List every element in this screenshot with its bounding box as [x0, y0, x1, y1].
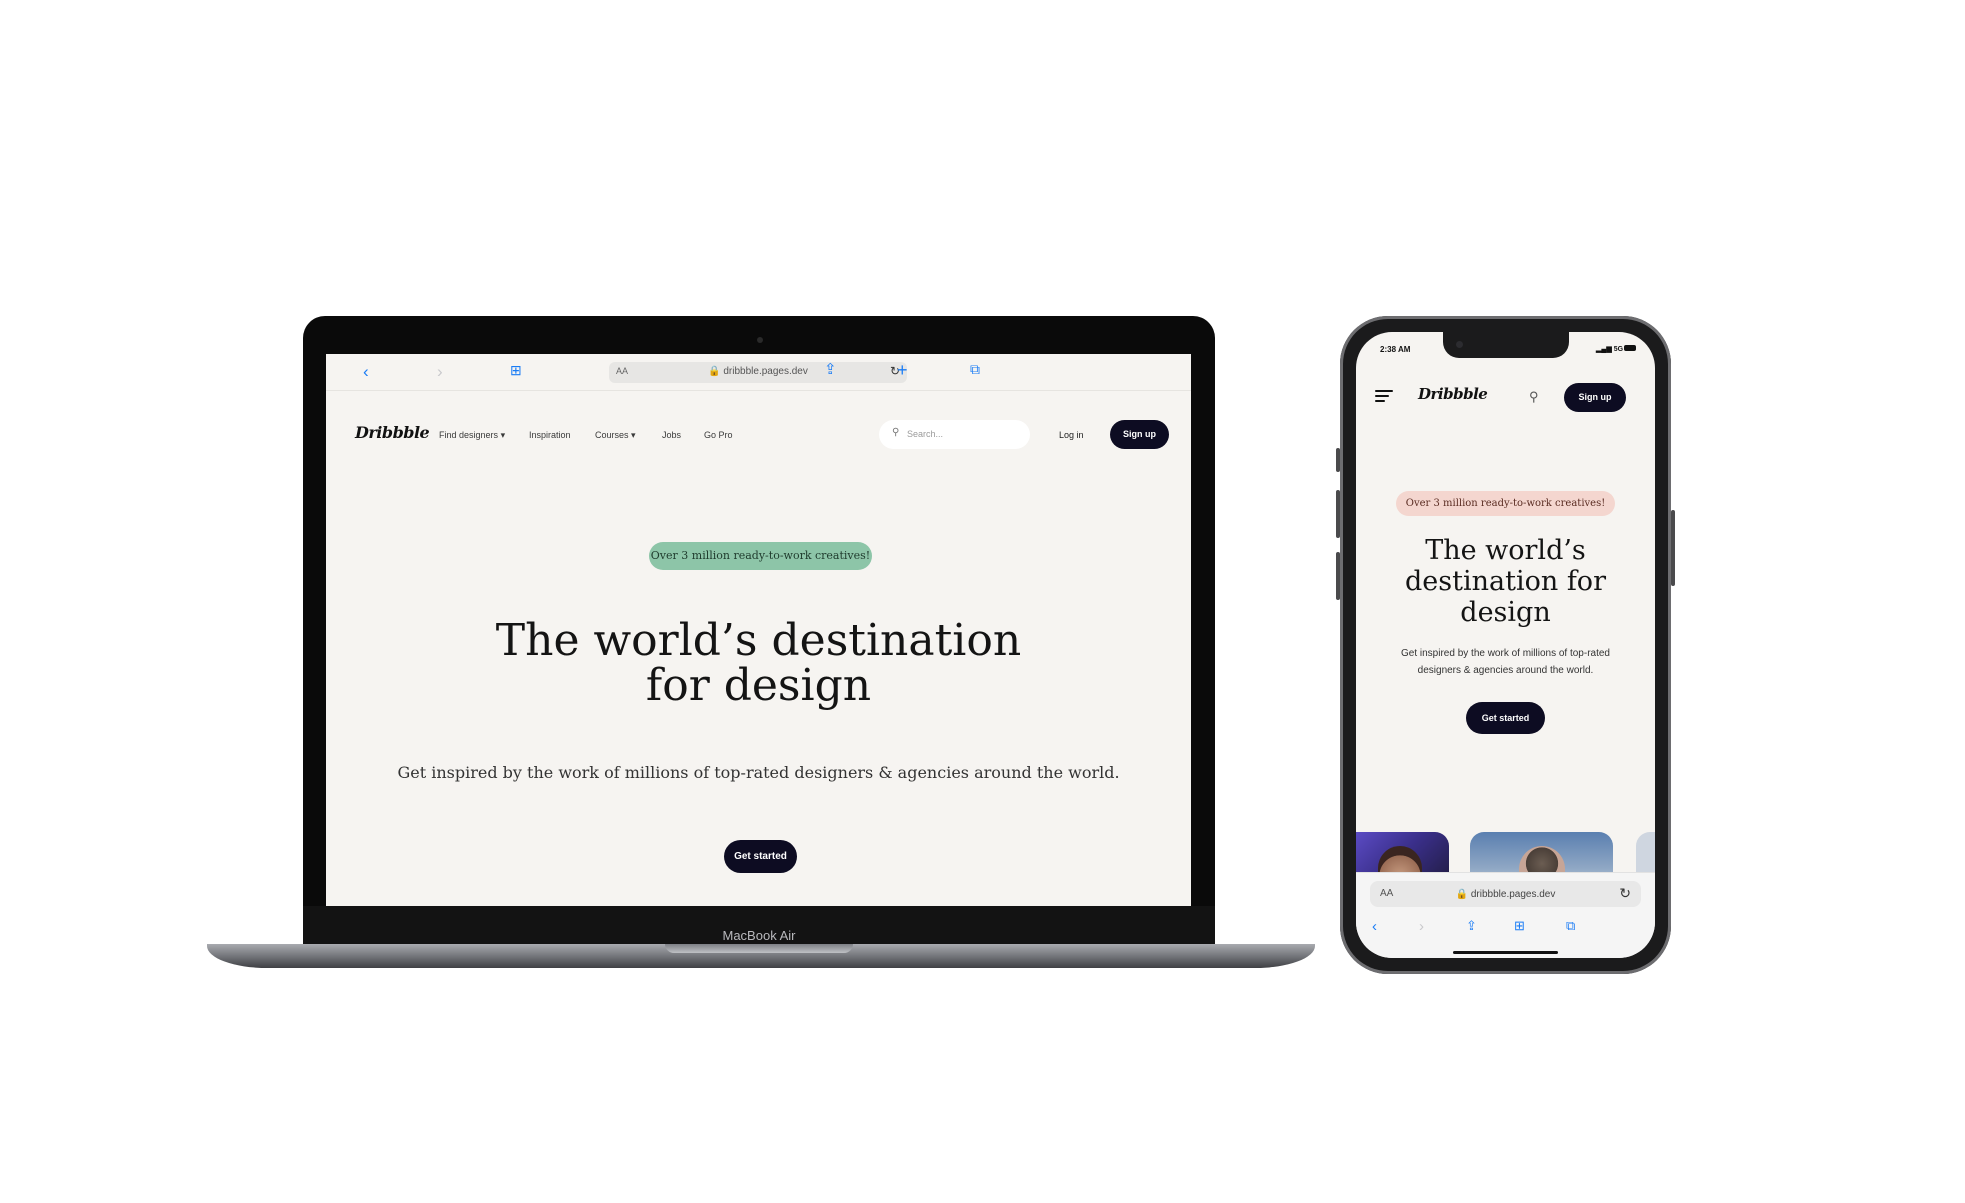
forward-icon[interactable]: › [1419, 918, 1424, 935]
signup-button[interactable]: Sign up [1110, 420, 1169, 449]
signup-button[interactable]: Sign up [1564, 383, 1626, 412]
hero-headline-line2: destination for [1405, 566, 1606, 597]
back-icon[interactable]: ‹ [1372, 918, 1377, 935]
nav-find-designers[interactable]: Find designers ▾ [439, 430, 505, 441]
hero-headline-line3: design [1460, 597, 1551, 628]
search-icon[interactable]: ⚲ [1529, 389, 1539, 405]
chevron-down-icon: ▾ [500, 430, 506, 440]
search-placeholder: Search... [907, 429, 944, 439]
hero-headline: The world’s destination for design [1372, 535, 1639, 628]
menu-icon[interactable] [1375, 390, 1393, 405]
laptop-model-label: MacBook Air [722, 928, 796, 943]
hero-headline-line1: The world’s destination [495, 615, 1022, 666]
share-icon[interactable]: ⇪ [824, 362, 837, 377]
dribbble-logo[interactable]: Dribbble [355, 423, 430, 442]
phone-browser-bar: AA 🔒 dribbble.pages.dev ↻ ‹ › ⇪ ⊞ ⧉ [1356, 872, 1655, 958]
share-icon[interactable]: ⇪ [1466, 918, 1477, 934]
hero-subtitle-line1: Get inspired by the work of millions of … [1401, 648, 1610, 659]
phone-camera [1456, 341, 1463, 348]
url-text: 🔒 dribbble.pages.dev [708, 366, 808, 377]
laptop-hinge-notch [665, 944, 853, 953]
bookmarks-icon[interactable]: ⊞ [510, 363, 522, 377]
hero-subtitle: Get inspired by the work of millions of … [1370, 645, 1641, 679]
tabs-icon[interactable]: ⧉ [1566, 918, 1575, 934]
address-bar[interactable]: AA 🔒 dribbble.pages.dev ↻ [1370, 881, 1641, 907]
plus-icon[interactable]: + [897, 361, 908, 379]
status-time: 2:38 AM [1380, 345, 1411, 354]
battery-icon [1624, 345, 1636, 351]
laptop-screen: ‹ › ⊞ AA 🔒 dribbble.pages.dev ↻ ⇪ + ⧉ Dr… [326, 354, 1191, 906]
phone-power-button [1671, 510, 1675, 586]
creatives-badge: Over 3 million ready-to-work creatives! [1396, 491, 1615, 516]
signal-icon: ▂▄▆ [1596, 346, 1612, 353]
nav-jobs[interactable]: Jobs [662, 430, 681, 440]
phone-screen: 2:38 AM ▂▄▆ 5G Dribbble ⚲ Sign up Over 3… [1356, 332, 1655, 958]
address-bar[interactable]: AA 🔒 dribbble.pages.dev ↻ [609, 362, 907, 383]
search-input[interactable]: ⚲ Search... [879, 420, 1030, 449]
url-value: dribbble.pages.dev [1470, 889, 1556, 900]
back-icon[interactable]: ‹ [363, 363, 369, 380]
forward-icon[interactable]: › [437, 363, 443, 380]
hero-headline-line1: The world’s [1425, 535, 1586, 566]
search-icon: ⚲ [892, 427, 900, 438]
get-started-button[interactable]: Get started [724, 840, 797, 873]
tabs-icon[interactable]: ⧉ [970, 362, 980, 376]
laptop-browser-toolbar: ‹ › ⊞ AA 🔒 dribbble.pages.dev ↻ ⇪ + ⧉ [326, 354, 1191, 391]
nav-find-designers-label: Find designers [439, 430, 499, 440]
get-started-button[interactable]: Get started [1466, 702, 1545, 734]
url-value: dribbble.pages.dev [723, 366, 808, 377]
chevron-down-icon: ▾ [631, 430, 636, 440]
nav-courses-label: Courses [595, 430, 629, 440]
nav-courses[interactable]: Courses ▾ [595, 430, 636, 441]
url-text: 🔒 dribbble.pages.dev [1455, 889, 1556, 900]
bookmarks-icon[interactable]: ⊞ [1514, 918, 1525, 934]
status-network: ▂▄▆ 5G [1596, 345, 1623, 353]
nav-go-pro[interactable]: Go Pro [704, 430, 733, 440]
creatives-badge: Over 3 million ready-to-work creatives! [649, 542, 872, 570]
laptop-camera [757, 337, 763, 343]
hero-headline-line2: for design [645, 660, 872, 711]
nav-inspiration[interactable]: Inspiration [529, 430, 571, 440]
hero-subtitle: Get inspired by the work of millions of … [397, 763, 1120, 782]
hero-subtitle-line2: designers & agencies around the world. [1417, 665, 1594, 676]
home-indicator [1453, 951, 1558, 954]
network-label: 5G [1613, 346, 1624, 353]
reload-icon[interactable]: ↻ [1619, 885, 1631, 902]
dribbble-logo[interactable]: Dribbble [1418, 385, 1488, 403]
hero-headline: The world’s destination for design [326, 618, 1191, 708]
login-link[interactable]: Log in [1059, 430, 1084, 440]
